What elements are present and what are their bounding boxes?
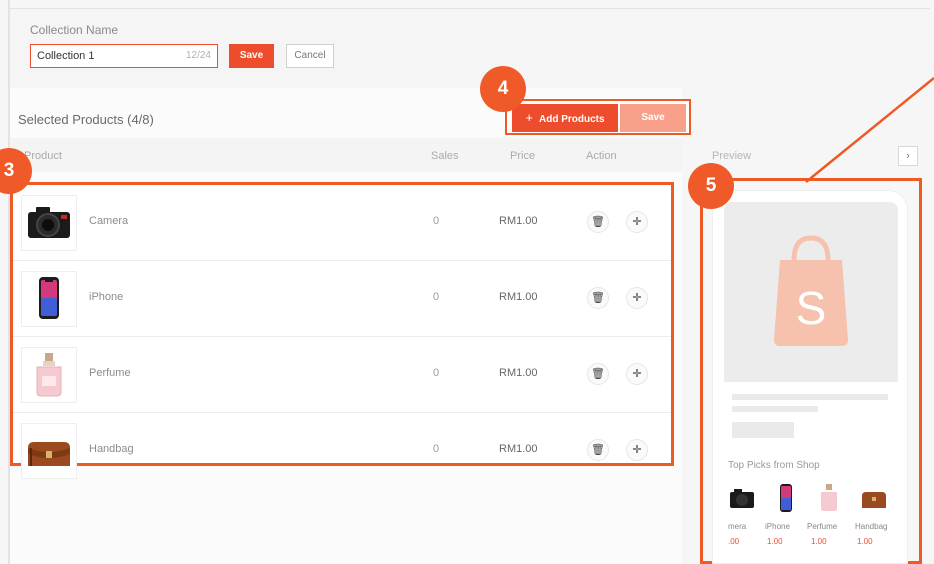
callout-pointer-line (805, 77, 934, 183)
callout-badge-4: 4 (480, 66, 526, 112)
callout-badge-5: 5 (688, 163, 734, 209)
